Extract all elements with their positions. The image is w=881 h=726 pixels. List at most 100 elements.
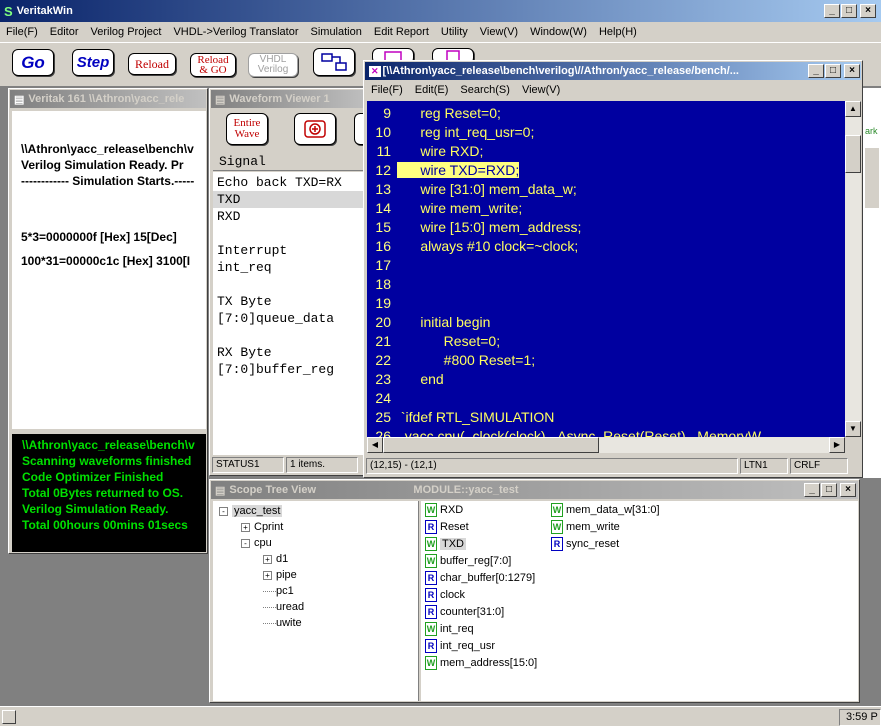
code-line[interactable]: 10 reg int_req_usr=0; [367,122,845,141]
signal-row[interactable]: [7:0]buffer_reg [213,361,369,378]
variable-item[interactable]: Rcounter[31:0] [425,605,504,619]
menu-window[interactable]: Window(W) [524,26,593,38]
waveform-titlebar: ▤ Waveform Viewer 1 [211,90,369,108]
code-line[interactable]: 22 #800 Reset=1; [367,350,845,369]
variable-item[interactable]: Wint_req [425,622,474,636]
signal-row[interactable]: RXD [213,208,369,225]
editor-menu-view[interactable]: View(V) [516,84,566,96]
expand-icon[interactable]: + [263,570,272,580]
variable-item[interactable]: W TXD [425,537,466,551]
code-line[interactable]: 21 Reset=0; [367,331,845,350]
scope-titlebar: ▤ Scope Tree View MODULE::yacc_test [211,481,858,499]
menu-editor[interactable]: Editor [44,26,85,38]
close-button[interactable]: × [860,4,876,18]
tree-node[interactable]: + Cprint [241,521,283,533]
signal-row [213,327,369,344]
tree-node[interactable]: uwite [263,617,302,629]
zoom-in-button[interactable] [294,113,336,145]
hierarchy-button[interactable] [313,48,355,76]
code-line[interactable]: 16 always #10 clock=~clock; [367,236,845,255]
variable-list: W RXD R Reset W TXD Wbuffer_reg[7:0] Rchar_buff… [421,501,858,701]
menu-simulation[interactable]: Simulation [305,26,368,38]
scroll-left-arrow[interactable]: ◀ [367,437,383,453]
code-line[interactable]: 12 wire TXD=RXD; [367,160,845,179]
variable-item[interactable]: Rsync_reset [551,537,619,551]
editor-maximize-button[interactable]: □ [825,64,841,78]
code-line[interactable]: 20 initial begin [367,312,845,331]
vhdl-verilog-button[interactable]: VHDL Verilog [248,53,298,77]
menu-view[interactable]: View(V) [474,26,524,38]
variable-name: int_req [440,623,474,635]
signal-row-selected[interactable]: TXD [213,191,369,208]
editor-close-button[interactable]: × [844,64,860,78]
signal-row[interactable]: TX Byte [213,293,369,310]
hierarchy-icon [321,53,347,71]
editor-hscroll[interactable]: ◀ ▶ [367,437,845,453]
scroll-up-arrow[interactable]: ▲ [845,101,861,117]
menu-file[interactable]: File(F) [0,26,44,38]
code-line[interactable]: 18 [367,274,845,293]
code-line[interactable]: 19 [367,293,845,312]
menu-verilog-project[interactable]: Verilog Project [85,26,168,38]
menu-edit-report[interactable]: Edit Report [368,26,435,38]
tree-node[interactable]: + d1 [263,553,288,565]
signal-row[interactable]: Interrupt [213,242,369,259]
menu-vhdl-translator[interactable]: VHDL->Verilog Translator [167,26,304,38]
scope-close-button[interactable]: × [840,483,856,497]
variable-item[interactable]: Rclock [425,588,465,602]
code-line[interactable]: 11 wire RXD; [367,141,845,160]
minimize-button[interactable]: _ [824,4,840,18]
signal-row[interactable]: int_req [213,259,369,276]
variable-item[interactable]: Wmem_data_w[31:0] [551,503,660,517]
editor-menu-edit[interactable]: Edit(E) [409,84,455,96]
go-button[interactable]: Go [12,49,54,76]
collapse-icon[interactable]: - [219,506,228,516]
code-line[interactable]: 17 [367,255,845,274]
menu-utility[interactable]: Utility [435,26,474,38]
code-line[interactable]: 26 yacc cpu( .clock(clock), .Async_Reset… [367,426,845,438]
collapse-icon[interactable]: - [241,538,250,548]
signal-row[interactable]: RX Byte [213,344,369,361]
code-line[interactable]: 13 wire [31:0] mem_data_w; [367,179,845,198]
variable-item[interactable]: W RXD [425,503,463,517]
signal-row[interactable]: [7:0]queue_data [213,310,369,327]
step-button[interactable]: Step [72,49,114,76]
variable-item[interactable]: Wmem_address[15:0] [425,656,537,670]
editor-menu-file[interactable]: File(F) [365,84,409,96]
reload-go-button[interactable]: Reload & GO [190,53,236,77]
code-line[interactable]: 24 [367,388,845,407]
expand-icon[interactable]: + [241,522,250,532]
tree-node[interactable]: pc1 [263,585,294,597]
expand-icon[interactable]: + [263,554,272,564]
code-line[interactable]: 15 wire [15:0] mem_address; [367,217,845,236]
editor-minimize-button[interactable]: _ [808,64,824,78]
scope-maximize-button[interactable]: □ [821,483,837,497]
scope-minimize-button[interactable]: _ [804,483,820,497]
variable-item[interactable]: R Reset [425,520,469,534]
editor-vscroll[interactable]: ▲ ▼ [845,101,861,437]
scroll-thumb[interactable] [845,135,861,173]
entire-wave-button[interactable]: Entire Wave [226,113,268,145]
variable-item[interactable]: Rchar_buffer[0:1279] [425,571,535,585]
code-line[interactable]: 23 end [367,369,845,388]
code-line[interactable]: 25 `ifdef RTL_SIMULATION [367,407,845,426]
variable-item[interactable]: Wmem_write [551,520,620,534]
tree-node[interactable]: uread [263,601,304,613]
variable-item[interactable]: Wbuffer_reg[7:0] [425,554,511,568]
scroll-down-arrow[interactable]: ▼ [845,421,861,437]
tree-node[interactable]: - cpu [241,537,272,549]
scroll-right-arrow[interactable]: ▶ [829,437,845,453]
start-button[interactable] [2,710,16,724]
variable-item[interactable]: Rint_req_usr [425,639,495,653]
reload-button[interactable]: Reload [128,53,176,75]
editor-menu-search[interactable]: Search(S) [454,84,516,96]
signal-row[interactable]: Echo back TXD=RX [213,174,369,191]
menu-help[interactable]: Help(H) [593,26,643,38]
tree-node[interactable]: + pipe [263,569,297,581]
hscroll-thumb[interactable] [383,437,599,453]
code-line[interactable]: 14 wire mem_write; [367,198,845,217]
code-area[interactable]: 9 reg Reset=0; 10 reg int_req_usr=0; 11 wi… [367,101,845,437]
tree-node[interactable]: - yacc_test [219,505,283,517]
maximize-button[interactable]: □ [841,4,857,18]
code-line[interactable]: 9 reg Reset=0; [367,103,845,122]
